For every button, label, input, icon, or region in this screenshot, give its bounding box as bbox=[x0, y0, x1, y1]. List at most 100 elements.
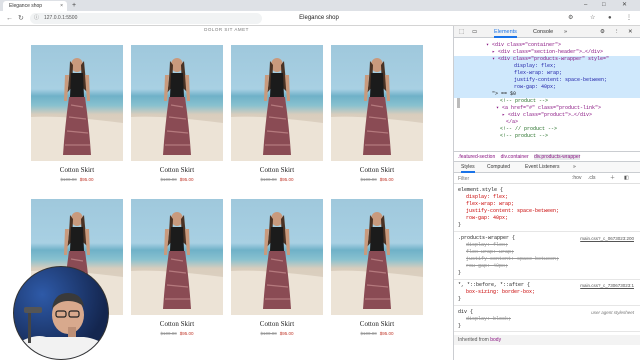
new-tab-icon[interactable]: + bbox=[72, 1, 76, 10]
product-image[interactable] bbox=[331, 199, 423, 315]
computed-sidebar-icon[interactable]: ◧ bbox=[624, 173, 629, 184]
address-bar[interactable]: ⓘ 127.0.0.1:5500 bbox=[30, 13, 262, 24]
product-price: $100.00$95.00 bbox=[231, 331, 323, 337]
tab-styles[interactable]: Styles bbox=[461, 162, 475, 173]
sale-price: $95.00 bbox=[279, 331, 294, 336]
product-card[interactable]: Cotton Skirt $100.00$95.00 bbox=[231, 45, 323, 183]
product-name[interactable]: Cotton Skirt bbox=[331, 320, 423, 329]
rule-element-style[interactable]: element.style { display: flex; flex-wrap… bbox=[454, 187, 640, 232]
menu-icon[interactable]: ⋮ bbox=[626, 14, 632, 23]
model-figure-icon bbox=[331, 58, 423, 161]
product-price: $100.00$95.00 bbox=[131, 331, 223, 337]
sale-price: $95.00 bbox=[279, 177, 294, 182]
old-price: $100.00 bbox=[160, 177, 177, 182]
devtools-menu-icon[interactable]: ⋮ bbox=[614, 26, 620, 38]
product-card[interactable]: Cotton Skirt $100.00$95.00 bbox=[131, 45, 223, 183]
dom-tree: ▾ <div class="container"> ▸ <div class="… bbox=[454, 38, 640, 152]
product-card[interactable]: Cotton Skirt $100.00$95.00 bbox=[231, 199, 323, 337]
styles-filter-input[interactable] bbox=[458, 175, 554, 182]
product-price: $100.00$95.00 bbox=[131, 177, 223, 183]
product-card[interactable]: Cotton Skirt $100.00$95.00 bbox=[331, 199, 423, 337]
dom-breadcrumb-bar: .featured-section div.container div.prod… bbox=[454, 152, 640, 162]
product-price: $100.00$95.00 bbox=[331, 177, 423, 183]
close-devtools-icon[interactable]: ✕ bbox=[628, 26, 633, 38]
rule-source-link[interactable]: main.css?_c_0673023:200 bbox=[580, 235, 634, 242]
product-name[interactable]: Cotton Skirt bbox=[231, 166, 323, 175]
product-price: $100.00$95.00 bbox=[331, 331, 423, 337]
crumb-container[interactable]: div.container bbox=[501, 154, 529, 160]
product-card[interactable]: Cotton Skirt $100.00$95.00 bbox=[31, 45, 123, 183]
reload-icon[interactable]: ↻ bbox=[18, 14, 24, 23]
product-name[interactable]: Cotton Skirt bbox=[231, 320, 323, 329]
sale-price: $95.00 bbox=[179, 177, 194, 182]
close-window-icon[interactable]: ✕ bbox=[622, 1, 627, 10]
product-image[interactable] bbox=[231, 199, 323, 315]
cls-toggle[interactable]: .cls bbox=[588, 173, 596, 184]
section-breadcrumb: DOLOR SIT AMET bbox=[204, 27, 249, 32]
product-name[interactable]: Cotton Skirt bbox=[131, 166, 223, 175]
devtools-panel: ⬚ ▭ Elements Console » ⚙ ⋮ ✕ ▾ <div clas… bbox=[454, 26, 640, 360]
browser-tab[interactable]: Elegance shop × bbox=[3, 1, 67, 11]
sale-price: $95.00 bbox=[379, 331, 394, 336]
rule-universal[interactable]: main.css?_c_730673023:1 *, *::before, *:… bbox=[454, 282, 640, 306]
styles-subtabs: Styles Computed Event Listeners » bbox=[454, 162, 640, 173]
model-figure-icon bbox=[31, 58, 123, 161]
tab-event-listeners[interactable]: Event Listeners bbox=[525, 162, 559, 173]
extension-icon[interactable]: ⚙ bbox=[568, 14, 573, 23]
tab-computed[interactable]: Computed bbox=[487, 162, 510, 173]
back-icon[interactable]: ← bbox=[6, 14, 13, 23]
product-price: $100.00$95.00 bbox=[31, 177, 123, 183]
tab-title: Elegance shop bbox=[9, 3, 43, 9]
model-figure-icon bbox=[131, 212, 223, 315]
product-image[interactable] bbox=[131, 45, 223, 161]
maximize-icon[interactable]: □ bbox=[602, 1, 606, 10]
tab-elements[interactable]: Elements bbox=[494, 26, 517, 38]
bookmark-star-icon[interactable]: ☆ bbox=[590, 14, 595, 23]
product-name[interactable]: Cotton Skirt bbox=[331, 166, 423, 175]
inspect-icon[interactable]: ⬚ bbox=[459, 26, 464, 38]
tab-strip: Elegance shop × + – □ ✕ bbox=[0, 0, 640, 11]
product-card[interactable]: Cotton Skirt $100.00$95.00 bbox=[131, 199, 223, 337]
new-rule-icon[interactable]: ＋ bbox=[610, 173, 615, 184]
webcam-overlay bbox=[13, 266, 109, 360]
url-text: 127.0.0.1:5500 bbox=[44, 15, 78, 21]
rule-products-wrapper[interactable]: main.css?_c_0673023:200 .products-wrappe… bbox=[454, 235, 640, 280]
inherited-from-bar: Inherited from body bbox=[454, 335, 640, 345]
model-figure-icon bbox=[231, 58, 323, 161]
rule-div-user-agent[interactable]: user agent stylesheet div { display: blo… bbox=[454, 309, 640, 332]
rule-source-link[interactable]: main.css?_c_730673023:1 bbox=[580, 282, 634, 289]
product-name[interactable]: Cotton Skirt bbox=[31, 166, 123, 175]
crumb-products-wrapper[interactable]: div.products-wrapper bbox=[534, 154, 581, 160]
product-price: $100.00$95.00 bbox=[231, 177, 323, 183]
product-name[interactable]: Cotton Skirt bbox=[131, 320, 223, 329]
styles-filter-bar: :hov .cls ＋ ◧ bbox=[454, 173, 640, 184]
product-image[interactable] bbox=[331, 45, 423, 161]
product-image[interactable] bbox=[31, 45, 123, 161]
model-figure-icon bbox=[331, 212, 423, 315]
old-price: $100.00 bbox=[360, 177, 377, 182]
profile-icon[interactable]: ● bbox=[608, 14, 612, 23]
tab-console[interactable]: Console bbox=[533, 26, 553, 38]
dom-comment[interactable]: <!-- product --> bbox=[454, 133, 640, 140]
close-tab-icon[interactable]: × bbox=[60, 1, 63, 11]
settings-gear-icon[interactable]: ⚙ bbox=[600, 26, 605, 38]
old-price: $100.00 bbox=[160, 331, 177, 336]
screen: { "browser": { "tab_title": "Elegance sh… bbox=[0, 0, 640, 360]
old-price: $100.00 bbox=[260, 331, 277, 336]
hov-toggle[interactable]: :hov bbox=[572, 173, 581, 184]
sale-price: $95.00 bbox=[79, 177, 94, 182]
more-tabs-icon[interactable]: » bbox=[564, 26, 567, 38]
device-toggle-icon[interactable]: ▭ bbox=[472, 26, 477, 38]
site-info-icon[interactable]: ⓘ bbox=[34, 13, 39, 24]
product-image[interactable] bbox=[231, 45, 323, 161]
devtools-toolbar: ⬚ ▭ Elements Console » ⚙ ⋮ ✕ bbox=[454, 26, 640, 38]
inherited-from-body-link[interactable]: body bbox=[490, 337, 501, 343]
minimize-icon[interactable]: – bbox=[584, 1, 587, 10]
product-card[interactable]: Cotton Skirt $100.00$95.00 bbox=[331, 45, 423, 183]
product-image[interactable] bbox=[131, 199, 223, 315]
more-subtabs-icon[interactable]: » bbox=[573, 162, 576, 173]
user-agent-label: user agent stylesheet bbox=[591, 310, 634, 315]
crumb-featured-section[interactable]: .featured-section bbox=[458, 154, 495, 160]
old-price: $100.00 bbox=[60, 177, 77, 182]
model-figure-icon bbox=[231, 212, 323, 315]
